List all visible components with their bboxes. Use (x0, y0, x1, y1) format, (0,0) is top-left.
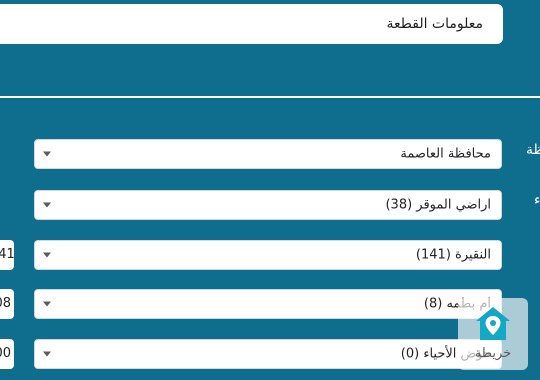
governorate-select[interactable]: محافظة العاصمة (34, 139, 502, 169)
basin-select[interactable]: ام بطمه (8) (34, 289, 502, 319)
village-number-field[interactable]: 141 (0, 240, 14, 270)
basin-number-field[interactable]: 08 (0, 289, 14, 319)
lands-select[interactable]: اراضي الموقر (38) (34, 190, 502, 220)
village-select[interactable]: النقيرة (141) (34, 240, 502, 270)
lands-select-value: اراضي الموقر (38) (385, 197, 491, 213)
chevron-down-icon (43, 351, 51, 357)
lands-label: ء (534, 192, 540, 208)
neighborhood-select[interactable]: حوض الأحياء (0) (34, 339, 502, 369)
chevron-down-icon (43, 202, 51, 208)
neighborhood-number-field[interactable]: 00 (0, 339, 14, 369)
governorate-label: ظة (526, 142, 540, 158)
section-divider (0, 96, 540, 98)
watermark-text: خريطة (474, 346, 512, 361)
chevron-down-icon (43, 301, 51, 307)
plot-info-title: معلومات القطعة (386, 16, 484, 32)
chevron-down-icon (43, 252, 51, 258)
plot-info-header: معلومات القطعة (0, 4, 503, 44)
house-location-pin-icon (476, 307, 510, 340)
chevron-down-icon (43, 151, 51, 157)
site-watermark: خريطة (458, 298, 528, 370)
village-select-value: النقيرة (141) (415, 247, 491, 263)
governorate-select-value: محافظة العاصمة (400, 146, 491, 162)
